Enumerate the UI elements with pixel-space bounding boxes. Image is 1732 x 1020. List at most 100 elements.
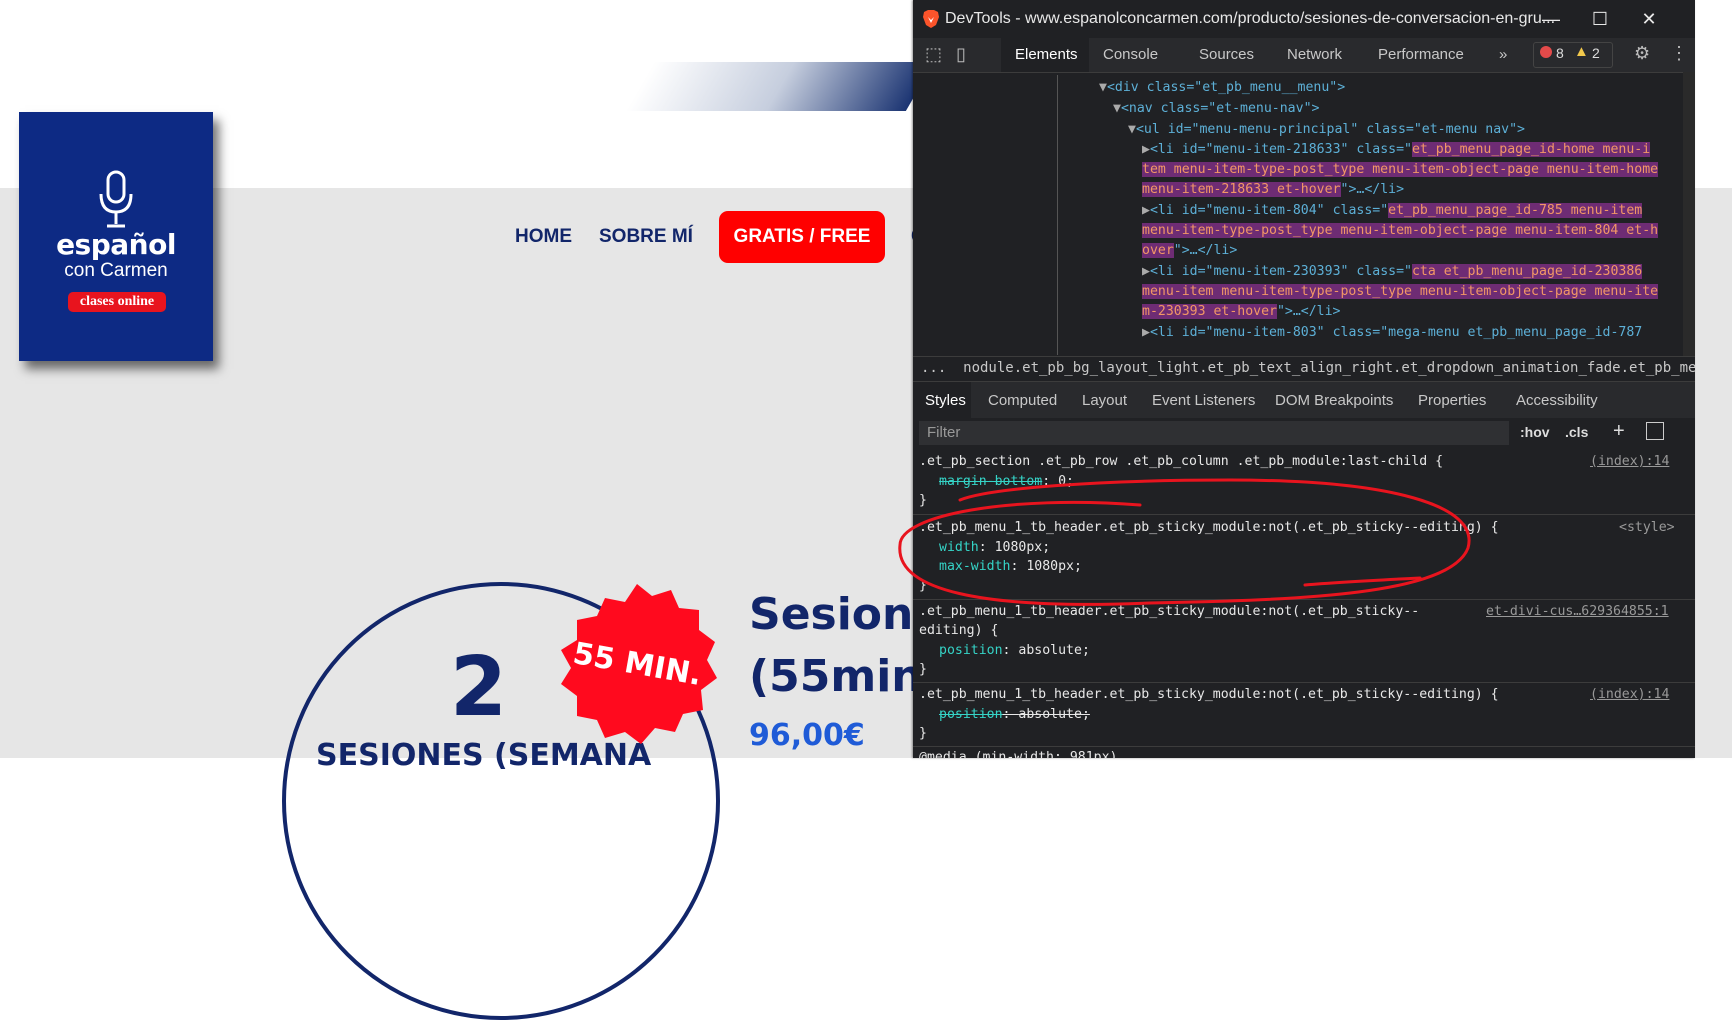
logo-tag-clases: clases online — [68, 292, 166, 312]
rule-0-decl[interactable]: margin-bottom: 0; — [939, 474, 1074, 489]
rule-1-selector[interactable]: .et_pb_menu_1_tb_header.et_pb_sticky_mod… — [919, 520, 1499, 535]
more-options-icon[interactable]: ⋮ — [1670, 43, 1688, 64]
rule-1-decl-width[interactable]: width: 1080px; — [939, 540, 1050, 555]
dom-node-li-803[interactable]: ▶<li id="menu-item-803" class="mega-menu… — [1142, 325, 1642, 340]
tab-sources[interactable]: Sources — [1199, 46, 1254, 63]
css-value: 0; — [1058, 474, 1074, 489]
dom-node-class: over — [1142, 243, 1174, 258]
product-price: 96,00€ — [749, 718, 865, 753]
dom-node-ul[interactable]: ▼<ul id="menu-menu-principal" class="et-… — [1128, 122, 1525, 137]
rule-divider — [913, 682, 1695, 683]
device-toolbar-icon[interactable]: ▯ — [956, 44, 966, 65]
more-tabs-icon[interactable]: » — [1499, 46, 1507, 63]
duration-badge: 55 MIN. — [561, 584, 717, 744]
error-icon — [1540, 46, 1552, 58]
dom-node-text: <ul id="menu-menu-principal" class="et-m… — [1135, 122, 1525, 137]
dom-node-class: menu-item-type-post_type menu-item-objec… — [1142, 223, 1659, 238]
dom-guide-line — [1057, 75, 1058, 355]
hov-toggle[interactable]: :hov — [1520, 424, 1550, 440]
nav-sobre-mi[interactable]: SOBRE MÍ — [599, 226, 693, 248]
rule-1-close: } — [919, 578, 927, 593]
maximize-icon[interactable]: ☐ — [1589, 8, 1611, 30]
dom-node-class: menu-item menu-item-type-post_type menu-… — [1142, 284, 1659, 299]
logo-text-carmen: con Carmen — [64, 260, 168, 281]
rule-3-source[interactable]: (index):14 — [1590, 687, 1669, 702]
tab-accessibility[interactable]: Accessibility — [1516, 392, 1598, 409]
css-property: width — [939, 540, 979, 555]
css-value: absolute; — [1018, 643, 1090, 658]
css-value: 1080px; — [994, 540, 1051, 555]
devtools-window: DevTools - www.espanolconcarmen.com/prod… — [913, 0, 1695, 758]
dom-node-li-218633-cont: tem menu-item-type-post_type menu-item-o… — [1142, 162, 1659, 177]
nav-gratis-button[interactable]: GRATIS / FREE — [719, 211, 885, 263]
brave-lion-icon — [923, 10, 939, 28]
css-property: margin-bottom — [939, 474, 1043, 489]
settings-gear-icon[interactable]: ⚙ — [1634, 43, 1650, 64]
rule-3-decl[interactable]: position: absolute; — [939, 707, 1090, 722]
devtools-main-tabs: ⬚ ▯ Elements Console Sources Network Per… — [913, 38, 1695, 73]
inspect-element-icon[interactable]: ⬚ — [925, 44, 942, 65]
dom-node-class: et_pb_menu_page_id-785 menu-item — [1388, 203, 1643, 218]
dom-node-text: <li id="menu-item-218633" class=" — [1149, 142, 1412, 157]
dom-node-li-230393-cont: menu-item menu-item-type-post_type menu-… — [1142, 284, 1659, 299]
close-icon[interactable]: ✕ — [1638, 8, 1660, 30]
site-logo[interactable]: español con Carmen clases online — [19, 112, 213, 361]
filter-input[interactable]: Filter — [919, 421, 1509, 445]
tab-dom-breakpoints[interactable]: DOM Breakpoints — [1275, 392, 1393, 409]
tab-elements[interactable]: Elements — [1015, 46, 1078, 63]
product-image-number: 2 — [450, 640, 508, 735]
computed-sidebar-toggle-icon[interactable] — [1646, 422, 1664, 440]
header-decor-band — [625, 62, 935, 111]
dom-node-li-230393[interactable]: ▶<li id="menu-item-230393" class="cta et… — [1142, 264, 1643, 279]
rule-0-close: } — [919, 493, 927, 508]
breadcrumb-path[interactable]: ... nodule.et_pb_bg_layout_light.et_pb_t… — [921, 360, 1695, 376]
dom-node-class: menu-item-218633 et-hover — [1142, 182, 1341, 197]
dom-node-li-230393-end: m-230393 et-hover">…</li> — [1142, 304, 1341, 319]
dom-scrollbar[interactable] — [1683, 72, 1695, 356]
css-property: position — [939, 643, 1003, 658]
devtools-window-title: DevTools - www.espanolconcarmen.com/prod… — [945, 10, 1556, 27]
tab-event-listeners[interactable]: Event Listeners — [1152, 392, 1255, 409]
tab-properties[interactable]: Properties — [1418, 392, 1486, 409]
issues-counter[interactable]: 8 ▲ 2 — [1533, 42, 1613, 68]
breadcrumb: ... nodule.et_pb_bg_layout_light.et_pb_t… — [913, 356, 1695, 381]
tab-styles[interactable]: Styles — [925, 392, 966, 409]
rule-0-selector[interactable]: .et_pb_section .et_pb_row .et_pb_column … — [919, 454, 1443, 469]
dom-node-nav[interactable]: ▼<nav class="et-menu-nav"> — [1113, 101, 1319, 116]
dom-node-class: et_pb_menu_page_id-home menu-i — [1411, 142, 1651, 157]
tab-console[interactable]: Console — [1103, 46, 1158, 63]
styles-filter-bar: Filter :hov .cls + — [913, 418, 1695, 448]
dom-node-text: <li id="menu-item-804" class=" — [1149, 203, 1389, 218]
dom-node-text: <nav class="et-menu-nav"> — [1120, 101, 1320, 116]
dom-node-text: ">…</li> — [1276, 304, 1341, 319]
dom-node-text: <li id="menu-item-803" class="mega-menu … — [1149, 325, 1643, 340]
rule-divider — [913, 514, 1695, 515]
dom-node-li-804[interactable]: ▶<li id="menu-item-804" class="et_pb_men… — [1142, 203, 1643, 218]
rule-2-decl[interactable]: position: absolute; — [939, 643, 1090, 658]
css-property: position — [939, 707, 1003, 722]
devtools-titlebar: DevTools - www.espanolconcarmen.com/prod… — [913, 0, 1695, 38]
dom-node-text: ">…</li> — [1340, 182, 1405, 197]
rule-3-selector[interactable]: .et_pb_menu_1_tb_header.et_pb_sticky_mod… — [919, 687, 1499, 702]
rule-1-source: <style> — [1619, 520, 1675, 535]
rule-2-source[interactable]: et-divi-cus…629364855:1 — [1486, 604, 1669, 619]
dom-node-text: <li id="menu-item-230393" class=" — [1149, 264, 1412, 279]
tab-performance[interactable]: Performance — [1378, 46, 1464, 63]
tab-computed[interactable]: Computed — [988, 392, 1057, 409]
dom-node-li-218633-end: menu-item-218633 et-hover">…</li> — [1142, 182, 1404, 197]
rule-divider — [913, 746, 1695, 747]
dom-node-li-218633[interactable]: ▶<li id="menu-item-218633" class="et_pb_… — [1142, 142, 1651, 157]
new-rule-icon[interactable]: + — [1613, 420, 1625, 443]
nav-home[interactable]: HOME — [515, 226, 572, 248]
minimize-icon[interactable]: — — [1540, 8, 1562, 30]
rule-1-decl-max-width[interactable]: max-width: 1080px; — [939, 559, 1082, 574]
dom-node-div-menu[interactable]: ▼<div class="et_pb_menu__menu"> — [1099, 80, 1345, 95]
cls-toggle[interactable]: .cls — [1565, 424, 1588, 440]
tab-network[interactable]: Network — [1287, 46, 1342, 63]
tab-layout[interactable]: Layout — [1082, 392, 1127, 409]
rule-0-source[interactable]: (index):14 — [1590, 454, 1669, 469]
dom-node-li-804-end: over">…</li> — [1142, 243, 1237, 258]
styles-subtabs: Styles Computed Layout Event Listeners D… — [913, 381, 1695, 419]
rule-2-selector-cont: editing) { — [919, 623, 999, 638]
rule-2-selector[interactable]: .et_pb_menu_1_tb_header.et_pb_sticky_mod… — [919, 604, 1419, 619]
